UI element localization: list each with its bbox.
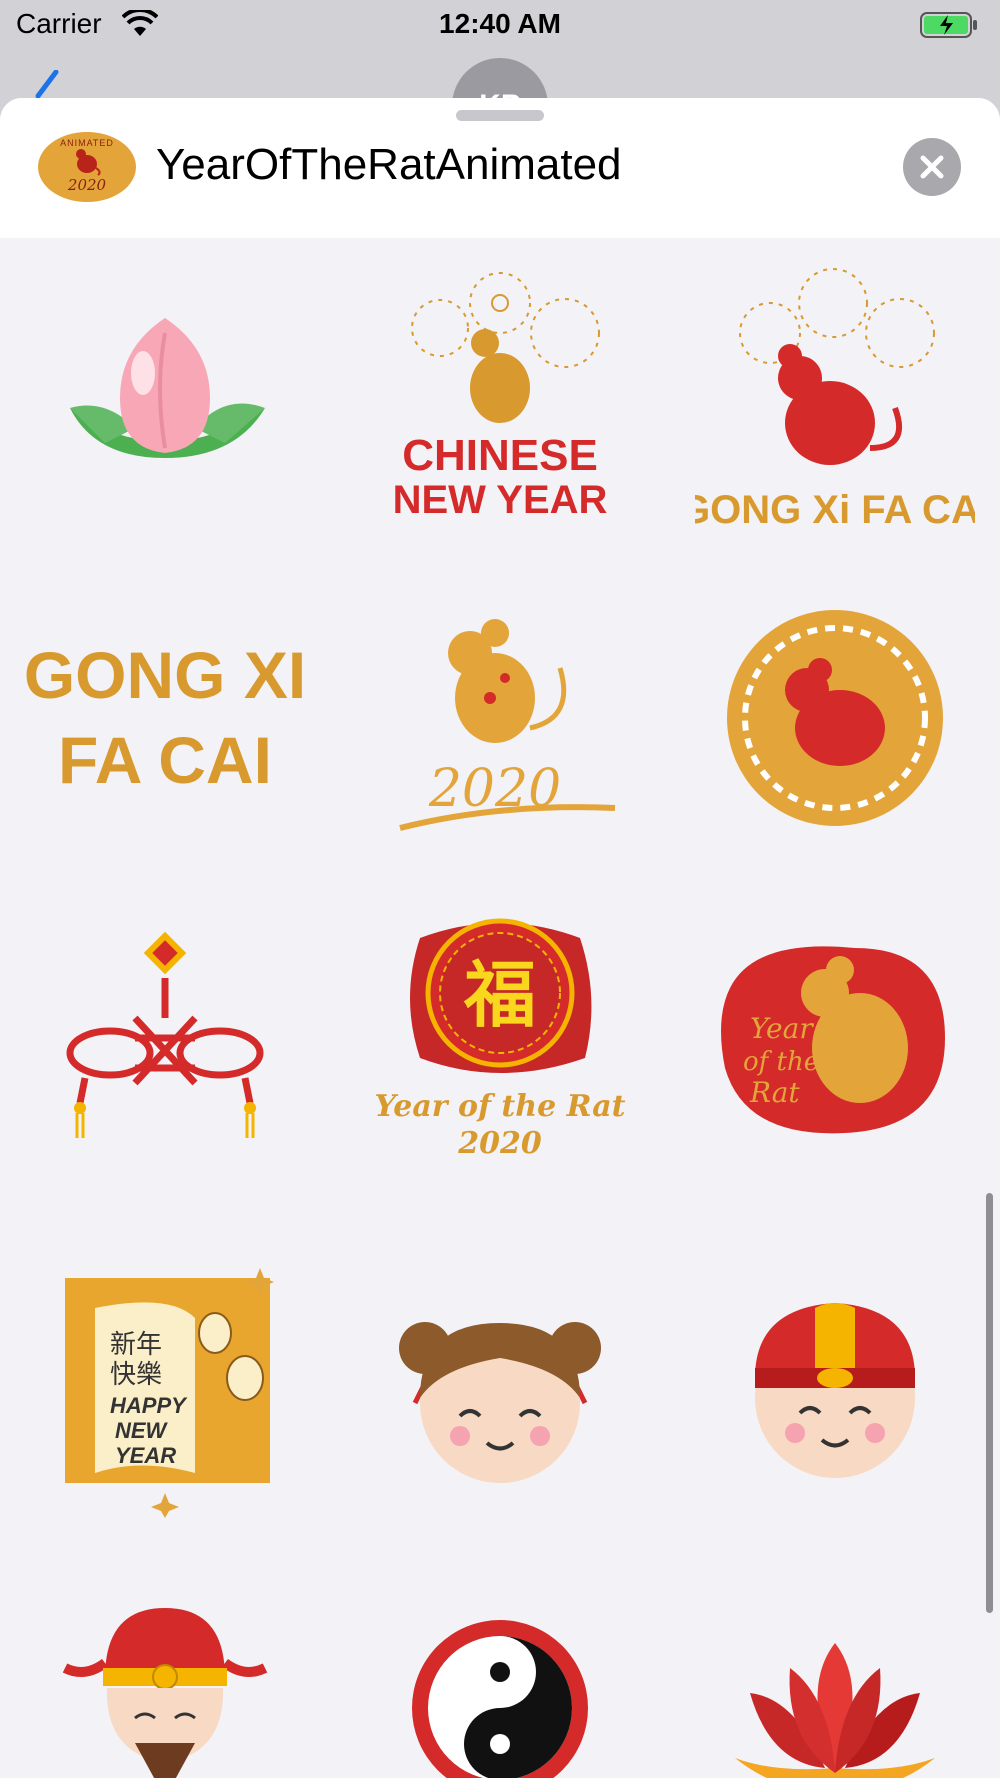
sticker-text-gong-xi: GONG XI	[25, 638, 305, 712]
boy-face-icon	[755, 1303, 915, 1478]
sticker-rat-2020[interactable]: 2020	[360, 578, 640, 858]
close-icon	[920, 155, 944, 179]
sticker-gong-xi-text[interactable]: GONG XI FA CAI	[25, 578, 305, 858]
app-title: YearOfTheRatAnimated	[156, 140, 622, 189]
sticker-red-year-of-the-rat[interactable]: Year of the Rat	[695, 898, 975, 1178]
peach-icon	[70, 318, 265, 458]
rat-icon	[76, 149, 101, 176]
sticker-text-year: YEAR	[115, 1443, 176, 1468]
sticker-text-new-year: NEW YEAR	[393, 478, 608, 522]
sticker-text-chinese: CHINESE	[402, 431, 598, 480]
scroll-indicator[interactable]	[986, 1193, 993, 1613]
app-icon: ANIMATED 2020	[38, 132, 136, 202]
sticker-chinese-knot[interactable]	[25, 908, 305, 1188]
app-icon-caption: ANIMATED	[60, 138, 114, 148]
sticker-fu-year-of-the-rat[interactable]: 福 Year of the Rat 2020	[360, 898, 640, 1178]
clock: 12:40 AM	[439, 8, 561, 39]
battery-charging-icon	[920, 12, 977, 38]
fireworks-icon	[739, 268, 935, 368]
sticker-text-year: Year	[750, 1012, 814, 1045]
close-button[interactable]	[903, 138, 961, 196]
sparkle-icon	[151, 1493, 179, 1518]
sticker-sheet: ANIMATED 2020 YearOfTheRatAnimated CHINE…	[0, 98, 1000, 1778]
fireworks-icon	[411, 272, 600, 368]
yin-yang-icon	[412, 1620, 588, 1778]
sticker-text-happy: HAPPY	[110, 1393, 188, 1418]
sticker-rat-medallion[interactable]	[695, 578, 975, 858]
sticker-peach[interactable]	[25, 258, 305, 538]
sticker-text-gong-xi-fa-cai: GONG Xi FA CAi	[695, 488, 975, 532]
fu-character: 福	[463, 953, 536, 1037]
sticker-lotus[interactable]	[695, 1568, 975, 1778]
chinese-knot-icon	[66, 931, 264, 1138]
sticker-text-new: NEW	[115, 1418, 169, 1443]
rat-silhouette-icon	[470, 329, 530, 423]
girl-face-icon	[399, 1322, 601, 1483]
sticker-happy-new-year-scroll[interactable]: 新年 快樂 HAPPY NEW YEAR	[20, 1238, 300, 1518]
sticker-text-2020: 2020	[457, 1126, 542, 1161]
sticker-text-fa-cai: FA CAI	[58, 723, 272, 797]
sticker-text-kuai-le: 快樂	[110, 1360, 162, 1390]
sticker-gong-xi-fa-cai-rat[interactable]: GONG Xi FA CAi	[695, 258, 975, 538]
sheet-grabber[interactable]	[456, 110, 544, 121]
app-icon-year: 2020	[67, 176, 107, 194]
sticker-text-rat: Rat	[749, 1076, 800, 1109]
sticker-boy-face[interactable]	[695, 1238, 975, 1518]
sticker-chinese-new-year[interactable]: CHINESE NEW YEAR	[360, 258, 640, 538]
sticker-girl-face[interactable]	[360, 1238, 640, 1518]
sticker-text-year-of-the-rat: Year of the Rat	[374, 1089, 625, 1124]
sticker-yin-yang[interactable]	[360, 1568, 640, 1778]
fortune-god-icon	[62, 1608, 268, 1778]
sticker-text-xin-nian: 新年	[110, 1330, 162, 1360]
sticker-fortune-god[interactable]	[25, 1568, 305, 1778]
sticker-text-of-the: of the	[743, 1047, 819, 1077]
status-bar: Carrier 12:40 AM	[0, 0, 1000, 50]
lotus-icon	[735, 1643, 935, 1778]
